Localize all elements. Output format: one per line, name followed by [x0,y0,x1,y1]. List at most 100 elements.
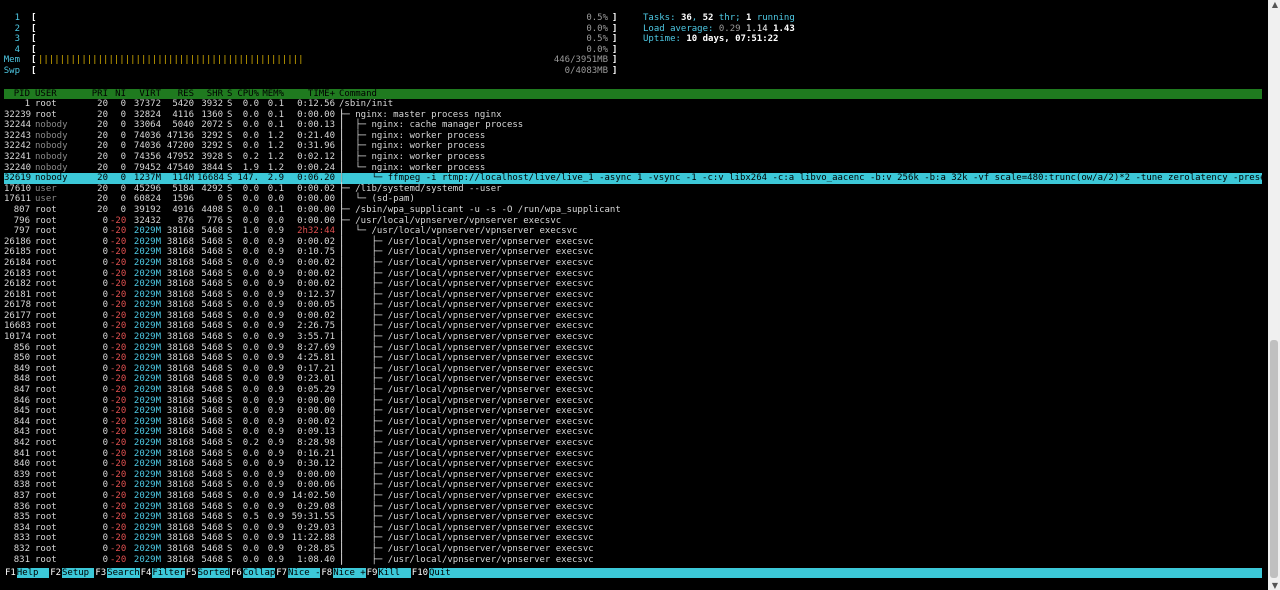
table-row[interactable]: 844 root 0 -20 2029M 38168 5468 S 0.0 0.9 0:00.02 │… [4,417,1262,428]
table-row[interactable]: 837 root 0 -20 2029M 38168 5468 S 0.0 0.9 14:02.50… [4,491,1262,502]
table-row[interactable]: 26178 root 0 -20 2029M 38168 5468 S 0.0 0.9 0:00.0… [4,300,1262,311]
table-row[interactable]: 843 root 0 -20 2029M 38168 5468 S 0.0 0.9 0:09.13 │… [4,427,1262,438]
fkey-label-kill[interactable]: Kill [378,568,400,578]
cell-user: root [35,501,57,512]
cell-time: 0:12.37 [297,289,335,300]
table-row[interactable]: 16683 root 0 -20 2029M 38168 5468 S 0.0 0.9 2:26.7… [4,321,1262,332]
fkey-label-nice[interactable]: Nice - [288,568,321,578]
fkey-label-sorted[interactable]: Sorted [198,568,231,578]
scroll-down-icon[interactable]: ▼ [1272,581,1278,590]
table-row[interactable]: 834 root 0 -20 2029M 38168 5468 S 0.0 0.9 0:29.03 │… [4,523,1262,534]
fkey-f6[interactable]: F6 [230,568,243,578]
col-pri[interactable]: PRI [88,89,108,99]
fkey-label-quit[interactable]: Quit [429,568,451,578]
fkey-label-filter[interactable]: Filter [152,568,185,578]
fkey-f8[interactable]: F8 [320,568,334,578]
col-time[interactable]: TIME+ [287,89,335,99]
table-row[interactable]: 10174 root 0 -20 2029M 38168 5468 S 0.0 0.9 3:55.7… [4,332,1262,343]
cell-pri: 20 [97,109,108,120]
cell-cmd: ├─ nginx: master process nginx [339,109,502,120]
table-row-selected[interactable]: 32619 nobody 20 0 1237M 114M 16684 S 147. 2.9 0:06… [4,173,1271,184]
table-row[interactable]: 849 root 0 -20 2029M 38168 5468 S 0.0 0.9 0:17.21 │… [4,364,1262,375]
cell-time: 0:00.00 [297,406,335,417]
cell-cpu: 0.0 [242,109,259,120]
table-row[interactable]: 32239 root 20 0 32824 4116 1360 S 0.0 0.1 0:00.00 ├… [4,110,1262,121]
table-row[interactable]: 17610 user 20 0 45296 5184 4292 S 0.0 0.1 0:00.02 ├… [4,184,1262,195]
cell-pid: 837 [13,490,30,501]
table-row[interactable]: 850 root 0 -20 2029M 38168 5468 S 0.0 0.9 4:25.81 │… [4,353,1262,364]
table-row[interactable]: 32241 nobody 20 0 74356 47952 3928 S 0.2 1.2 0:02.… [4,152,1262,163]
table-row[interactable]: 796 root 0 -20 32432 876 776 S 0.0 0.0 0:00.00 ├─ /… [4,216,1262,227]
table-row[interactable]: 842 root 0 -20 2029M 38168 5468 S 0.2 0.9 8:28.98 │… [4,438,1262,449]
table-row[interactable]: 807 root 20 0 39192 4916 4408 S 0.0 0.1 0:00.00 ├─ … [4,205,1262,216]
cell-res: 38168 [166,438,194,448]
fkey-f4[interactable]: F4 [139,568,153,578]
table-row[interactable]: 839 root 0 -20 2029M 38168 5468 S 0.0 0.9 0:00.00 │… [4,470,1262,481]
table-row[interactable]: 26177 root 0 -20 2029M 38168 5468 S 0.0 0.9 0:00.0… [4,311,1262,322]
table-row[interactable]: 841 root 0 -20 2029M 38168 5468 S 0.0 0.9 0:16.21 │… [4,449,1262,460]
process-list[interactable]: 1 root 20 0 37372 5420 3932 S 0.0 0.1 0:12.56/sbin… [4,99,1271,566]
table-row[interactable]: 26182 root 0 -20 2029M 38168 5468 S 0.0 0.9 0:00.0… [4,279,1262,290]
meter-mem: Mem [||||||||||||||||||||||||||||||||||||… [0,55,620,66]
cell-time: 0:09.13 [297,427,335,438]
table-row[interactable]: 26186 root 0 -20 2029M 38168 5468 S 0.0 0.9 0:00.0… [4,237,1262,248]
table-row[interactable]: 835 root 0 -20 2029M 38168 5468 S 0.5 0.9 59:31.55… [4,512,1262,523]
fkey-label-help[interactable]: Help [17,568,39,578]
cell-virt: 2029M [133,427,161,438]
table-row[interactable]: 840 root 0 -20 2029M 38168 5468 S 0.0 0.9 0:30.12 │… [4,459,1262,470]
fkey-label-collap[interactable]: Collap [243,568,276,578]
meter-bracket-open: [ [31,13,37,23]
col-mem[interactable]: MEM% [262,89,284,99]
fkey-f7[interactable]: F7 [275,568,289,578]
fkey-f5[interactable]: F5 [184,568,198,578]
fkey-f2[interactable]: F2 [49,568,63,578]
col-cpu[interactable]: CPU% [237,89,259,99]
col-res[interactable]: RES [164,89,194,99]
col-command[interactable]: Command [339,89,377,99]
cell-ni: 0 [120,130,126,141]
scrollbar[interactable]: ▲ ▼ [1268,0,1280,590]
table-row[interactable]: 26185 root 0 -20 2029M 38168 5468 S 0.0 0.9 0:10.7… [4,247,1262,258]
cell-pri: 20 [97,120,108,131]
table-row[interactable]: 1 root 20 0 37372 5420 3932 S 0.0 0.1 0:12.56/sbin… [4,99,1262,110]
fkey-label-setup[interactable]: Setup [62,568,89,578]
cell-cpu: 0.0 [242,342,259,353]
fkey-f10[interactable]: F10 [410,568,430,578]
col-user[interactable]: USER [35,89,57,99]
fkey-f3[interactable]: F3 [94,568,108,578]
table-row[interactable]: 26181 root 0 -20 2029M 38168 5468 S 0.0 0.9 0:12.3… [4,290,1262,301]
table-row[interactable]: 833 root 0 -20 2029M 38168 5468 S 0.0 0.9 11:22.88… [4,533,1262,544]
cell-pri: 0 [102,501,108,512]
table-row[interactable]: 848 root 0 -20 2029M 38168 5468 S 0.0 0.9 0:23.01 │… [4,374,1262,385]
fkey-label-nice[interactable]: Nice + [333,568,366,578]
table-row[interactable]: 832 root 0 -20 2029M 38168 5468 S 0.0 0.9 0:28.85 │… [4,544,1262,555]
col-shr[interactable]: SHR [197,89,223,99]
table-row[interactable]: 32244 nobody 20 0 33064 5040 2072 S 0.0 0.1 0:00.1… [4,120,1262,131]
cell-mem: 0.9 [267,448,284,459]
table-row[interactable]: 32240 nobody 20 0 79452 47540 3844 S 1.9 1.2 0:00.… [4,163,1262,174]
scrollbar-thumb[interactable] [1270,340,1278,578]
fkey-f9[interactable]: F9 [365,568,379,578]
cell-mem: 0.9 [267,236,284,247]
table-row[interactable]: 32243 nobody 20 0 74036 47136 3292 S 0.0 1.2 0:21.… [4,131,1262,142]
table-row[interactable]: 836 root 0 -20 2029M 38168 5468 S 0.0 0.9 0:29.08 │… [4,502,1262,513]
table-row[interactable]: 26184 root 0 -20 2029M 38168 5468 S 0.0 0.9 0:00.0… [4,258,1262,269]
col-pid[interactable]: PID [4,89,30,99]
table-row[interactable]: 838 root 0 -20 2029M 38168 5468 S 0.0 0.9 0:00.06 │… [4,480,1262,491]
cell-time: 0:00.00 [297,215,335,226]
scroll-up-icon[interactable]: ▲ [1272,0,1278,9]
table-row[interactable]: 32242 nobody 20 0 74036 47200 3292 S 0.0 1.2 0:31.… [4,141,1262,152]
table-row[interactable]: 831 root 0 -20 2029M 38168 5468 S 0.0 0.9 1:08.40 │… [4,555,1262,566]
fkey-label-search[interactable]: Search [107,568,140,578]
col-virt[interactable]: VIRT [129,89,161,99]
col-state[interactable]: S [227,89,232,99]
table-row[interactable]: 26183 root 0 -20 2029M 38168 5468 S 0.0 0.9 0:00.0… [4,269,1262,280]
col-ni[interactable]: NI [110,89,126,99]
table-row[interactable]: 797 root 0 -20 2029M 38168 5468 S 1.0 0.9 2h32:44 │… [4,226,1262,237]
fkey-f1[interactable]: F1 [4,568,17,578]
table-row[interactable]: 846 root 0 -20 2029M 38168 5468 S 0.0 0.9 0:00.00 │… [4,396,1262,407]
table-row[interactable]: 845 root 0 -20 2029M 38168 5468 S 0.0 0.9 0:00.00 │… [4,406,1262,417]
table-row[interactable]: 847 root 0 -20 2029M 38168 5468 S 0.0 0.9 0:05.29 │… [4,385,1262,396]
table-row[interactable]: 856 root 0 -20 2029M 38168 5468 S 0.0 0.9 8:27.69 │… [4,343,1262,354]
table-row[interactable]: 17611 user 20 0 60824 1596 0 S 0.0 0.0 0:00.00 │ └─… [4,194,1262,205]
